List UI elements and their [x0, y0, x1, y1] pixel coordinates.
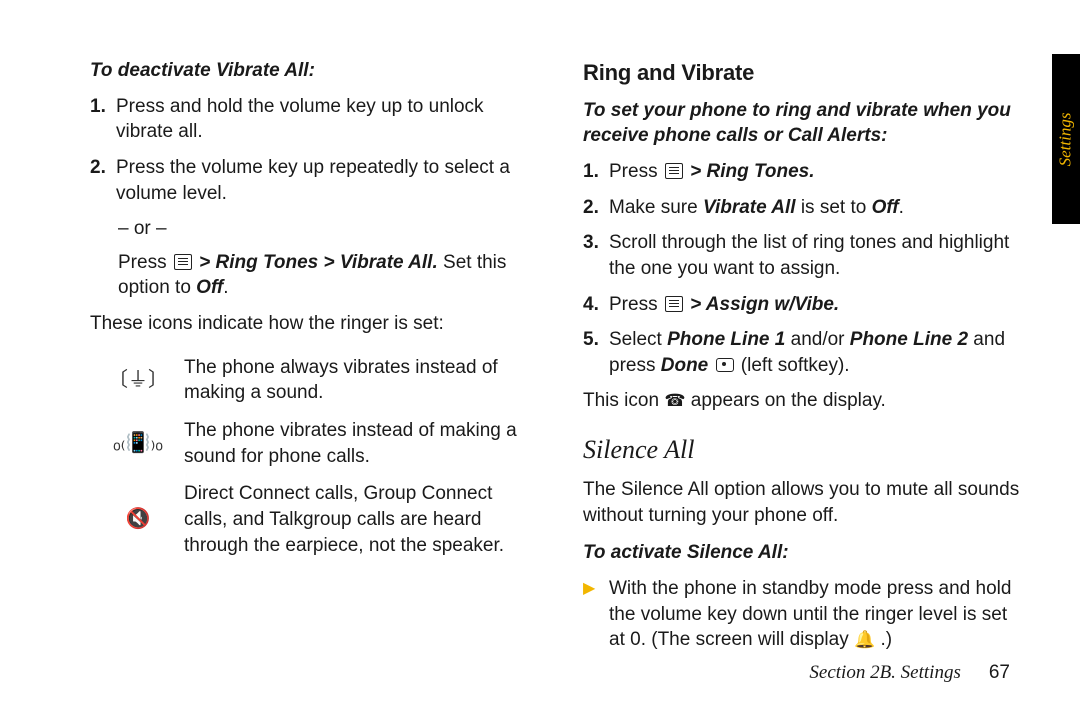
- list-item: 2. Press the volume key up repeatedly to…: [90, 155, 527, 206]
- bullet-arrow-icon: ▶: [583, 576, 609, 653]
- silence-bullet: ▶ With the phone in standby mode press a…: [583, 576, 1020, 653]
- period: .: [223, 277, 228, 298]
- step-number: 1.: [90, 94, 116, 145]
- icon-description: The phone vibrates instead of making a s…: [176, 412, 527, 475]
- softkey-icon: [716, 358, 734, 372]
- text: With the phone in standby mode press and…: [609, 578, 1011, 650]
- ring-vibrate-steps: 1. Press > Ring Tones. 2. Make sure Vibr…: [583, 159, 1020, 378]
- step-number: 1.: [583, 159, 609, 185]
- list-item: 4. Press > Assign w/Vibe.: [583, 292, 1020, 318]
- alternate-instruction: Press > Ring Tones > Vibrate All. Set th…: [118, 250, 527, 301]
- table-row: 🔇 Direct Connect calls, Group Connect ca…: [100, 475, 527, 564]
- result-note: This icon ☎ appears on the display.: [583, 388, 1020, 414]
- page-footer: Section 2B. Settings 67: [809, 660, 1010, 686]
- table-row: 〔⏚〕 The phone always vibrates instead of…: [100, 349, 527, 412]
- text: Press: [609, 161, 663, 182]
- step-number: 2.: [90, 155, 116, 206]
- left-column: To deactivate Vibrate All: 1. Press and …: [90, 54, 555, 680]
- text: Press: [609, 294, 663, 315]
- menu-path: > Ring Tones > Vibrate All.: [199, 252, 438, 273]
- step-text: Select Phone Line 1 and/or Phone Line 2 …: [609, 327, 1020, 378]
- step-text: Press and hold the volume key up to unlo…: [116, 94, 527, 145]
- list-item: 1. Press > Ring Tones.: [583, 159, 1020, 185]
- heading-ring-vibrate: Ring and Vibrate: [583, 58, 1020, 88]
- text: is set to: [796, 197, 872, 218]
- speaker-off-icon: 🔇: [100, 475, 176, 564]
- bullet-text: With the phone in standby mode press and…: [609, 576, 1020, 653]
- vibrate-always-icon: 〔⏚〕: [100, 349, 176, 412]
- step-text: Press > Assign w/Vibe.: [609, 292, 1020, 318]
- menu-key-icon: [174, 254, 192, 270]
- step-text: Scroll through the list of ring tones an…: [609, 230, 1020, 281]
- right-column: Ring and Vibrate To set your phone to ri…: [555, 54, 1020, 680]
- text: Press: [118, 252, 172, 273]
- softkey-name: Done: [661, 355, 709, 376]
- menu-path: > Ring Tones.: [690, 161, 814, 182]
- icon-description: The phone always vibrates instead of mak…: [176, 349, 527, 412]
- icons-intro: These icons indicate how the ringer is s…: [90, 311, 527, 337]
- silence-description: The Silence All option allows you to mut…: [583, 477, 1020, 528]
- table-row: ₒ₍📳₎ₒ The phone vibrates instead of maki…: [100, 412, 527, 475]
- menu-path: > Assign w/Vibe.: [685, 294, 839, 315]
- text: (left softkey).: [736, 355, 850, 376]
- list-item: 5. Select Phone Line 1 and/or Phone Line…: [583, 327, 1020, 378]
- list-item: 1. Press and hold the volume key up to u…: [90, 94, 527, 145]
- value-off: Off: [196, 277, 223, 298]
- step-text: Press > Ring Tones.: [609, 159, 1020, 185]
- menu-key-icon: [665, 296, 683, 312]
- menu-key-icon: [665, 163, 683, 179]
- heading-silence-all: Silence All: [583, 432, 1020, 467]
- option-value: Off: [872, 197, 899, 218]
- side-tab-label: Settings: [1055, 112, 1078, 166]
- step-number: 3.: [583, 230, 609, 281]
- step-number: 4.: [583, 292, 609, 318]
- option-name: Phone Line 2: [850, 329, 968, 350]
- step-text: Press the volume key up repeatedly to se…: [116, 155, 527, 206]
- text: This icon: [583, 390, 664, 411]
- text: .: [899, 197, 904, 218]
- text: Select: [609, 329, 667, 350]
- step-number: 2.: [583, 195, 609, 221]
- text: and/or: [785, 329, 849, 350]
- icon-description: Direct Connect calls, Group Connect call…: [176, 475, 527, 564]
- step-number: 5.: [583, 327, 609, 378]
- option-name: Vibrate All: [703, 197, 796, 218]
- subheading-ring-vibrate: To set your phone to ring and vibrate wh…: [583, 98, 1020, 149]
- page-body: To deactivate Vibrate All: 1. Press and …: [0, 0, 1080, 720]
- subheading-deactivate: To deactivate Vibrate All:: [90, 58, 527, 84]
- section-label: Section 2B. Settings: [809, 662, 960, 683]
- ring-vibrate-display-icon: ☎: [664, 391, 685, 410]
- step-text: Make sure Vibrate All is set to Off.: [609, 195, 1020, 221]
- list-item: 2. Make sure Vibrate All is set to Off.: [583, 195, 1020, 221]
- subheading-activate-silence: To activate Silence All:: [583, 540, 1020, 566]
- page-number: 67: [989, 662, 1010, 683]
- option-name: Phone Line 1: [667, 329, 785, 350]
- deactivate-steps: 1. Press and hold the volume key up to u…: [90, 94, 527, 207]
- or-divider: – or –: [118, 216, 527, 242]
- text: appears on the display.: [686, 390, 886, 411]
- text: Make sure: [609, 197, 703, 218]
- list-item: 3. Scroll through the list of ring tones…: [583, 230, 1020, 281]
- vibrate-calls-icon: ₒ₍📳₎ₒ: [100, 412, 176, 475]
- text: .): [875, 629, 892, 650]
- ringer-icons-table: 〔⏚〕 The phone always vibrates instead of…: [100, 349, 527, 564]
- silence-display-icon: 🔔: [854, 630, 875, 649]
- side-tab: Settings: [1052, 54, 1080, 224]
